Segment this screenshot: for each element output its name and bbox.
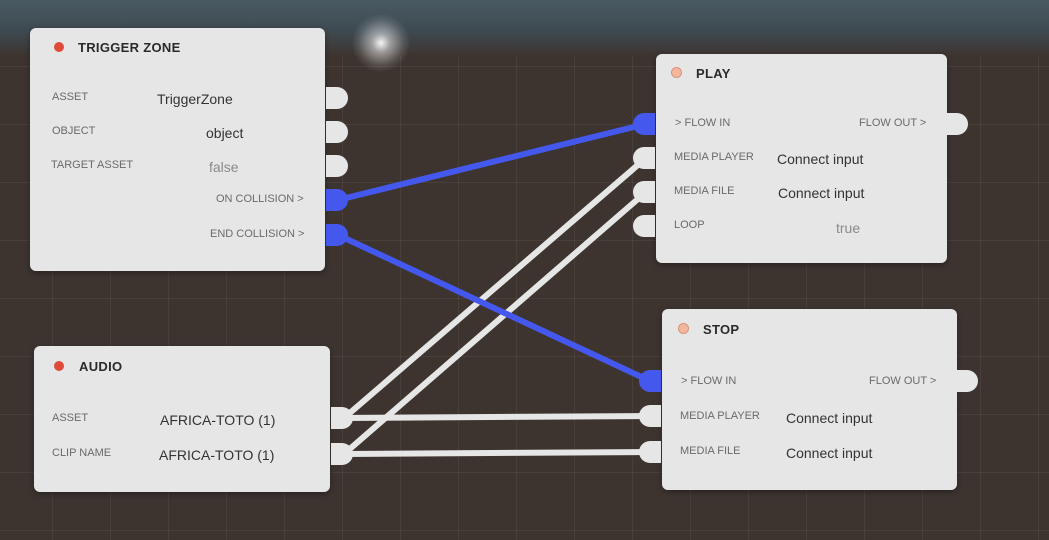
audio-node[interactable]: AUDIO ASSET AFRICA-TOTO (1) CLIP NAME AF…: [34, 346, 330, 492]
output-label-on-collision: ON COLLISION >: [216, 193, 304, 205]
field-label: ASSET: [52, 91, 89, 103]
wire-audio-asset-to-stop-media-player: [341, 413, 653, 421]
field-value[interactable]: TriggerZone: [157, 91, 233, 107]
trigger-zone-node[interactable]: TRIGGER ZONE ASSET TriggerZone OBJECT ob…: [30, 28, 325, 271]
play-node[interactable]: PLAY > FLOW IN FLOW OUT > MEDIA PLAYER C…: [656, 54, 947, 263]
field-value[interactable]: Connect input: [778, 185, 864, 201]
flow-port-end-collision[interactable]: [326, 224, 348, 246]
output-port-asset[interactable]: [326, 87, 348, 109]
wire-audio-clip-to-stop-media-file: [341, 449, 653, 457]
field-label: MEDIA PLAYER: [680, 410, 760, 422]
node-title: TRIGGER ZONE: [78, 40, 181, 55]
wire-end-collision-to-stop-flow-in: [335, 232, 653, 384]
output-port-clip-name[interactable]: [331, 443, 353, 465]
flow-out-label: FLOW OUT >: [859, 117, 927, 129]
field-value[interactable]: object: [206, 125, 243, 141]
field-label: LOOP: [674, 219, 705, 231]
flow-port-on-collision[interactable]: [326, 189, 348, 211]
output-port-target-asset[interactable]: [326, 155, 348, 177]
node-title: STOP: [703, 322, 740, 337]
field-value[interactable]: Connect input: [786, 445, 872, 461]
status-dot-icon: [671, 67, 682, 78]
flow-port-play-flow-out[interactable]: [946, 113, 968, 135]
field-label: MEDIA PLAYER: [674, 151, 754, 163]
flow-port-stop-flow-out[interactable]: [956, 370, 978, 392]
wire-on-collision-to-play-flow-in: [335, 121, 649, 203]
field-value[interactable]: true: [836, 220, 860, 236]
stop-node[interactable]: STOP > FLOW IN FLOW OUT > MEDIA PLAYER C…: [662, 309, 957, 490]
wire-audio-asset-to-play-media-player: [341, 155, 649, 421]
field-value[interactable]: false: [209, 159, 239, 175]
field-value[interactable]: AFRICA-TOTO (1): [160, 412, 275, 428]
input-port-stop-media-file[interactable]: [639, 441, 661, 463]
input-port-play-loop[interactable]: [633, 215, 655, 237]
output-port-object[interactable]: [326, 121, 348, 143]
node-title: AUDIO: [79, 359, 123, 374]
field-label: OBJECT: [52, 125, 96, 137]
field-label: MEDIA FILE: [680, 445, 741, 457]
field-value[interactable]: Connect input: [786, 410, 872, 426]
flow-in-label: > FLOW IN: [681, 375, 737, 387]
input-port-play-media-file[interactable]: [633, 181, 655, 203]
status-dot-icon: [678, 323, 689, 334]
flow-port-stop-flow-in[interactable]: [639, 370, 661, 392]
input-port-stop-media-player[interactable]: [639, 405, 661, 427]
input-port-play-media-player[interactable]: [633, 147, 655, 169]
flow-out-label: FLOW OUT >: [869, 375, 937, 387]
field-label: CLIP NAME: [52, 447, 112, 459]
field-label: ASSET: [52, 412, 89, 424]
status-dot-icon: [54, 361, 64, 371]
node-title: PLAY: [696, 66, 731, 81]
output-port-audio-asset[interactable]: [331, 407, 353, 429]
field-label: MEDIA FILE: [674, 185, 735, 197]
flow-in-label: > FLOW IN: [675, 117, 731, 129]
light-glow: [352, 14, 410, 72]
field-label: TARGET ASSET: [51, 159, 134, 171]
output-label-end-collision: END COLLISION >: [210, 228, 305, 240]
field-value[interactable]: Connect input: [777, 151, 863, 167]
field-value[interactable]: AFRICA-TOTO (1): [159, 447, 274, 463]
flow-port-play-flow-in[interactable]: [633, 113, 655, 135]
status-dot-icon: [54, 42, 64, 52]
